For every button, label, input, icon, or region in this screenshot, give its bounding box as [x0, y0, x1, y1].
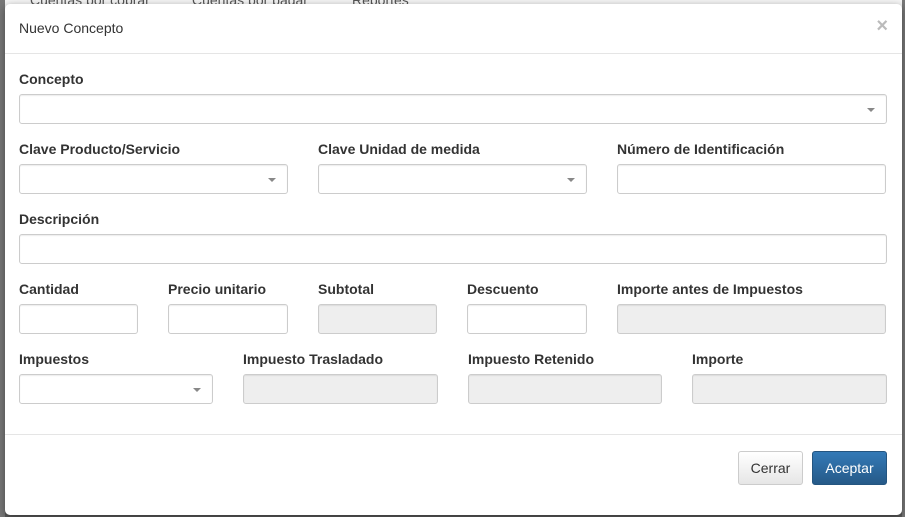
importe-input: [692, 374, 887, 404]
clave-unidad-label: Clave Unidad de medida: [318, 141, 480, 157]
importe-antes-impuestos-input: [617, 304, 886, 334]
subtotal-input: [318, 304, 437, 334]
concepto-select[interactable]: [19, 94, 887, 124]
clave-producto-select[interactable]: [19, 164, 288, 194]
chevron-down-icon: [867, 108, 875, 112]
importe-antes-impuestos-label: Importe antes de Impuestos: [617, 281, 803, 297]
impuesto-trasladado-input: [243, 374, 438, 404]
impuesto-trasladado-label: Impuesto Trasladado: [243, 351, 384, 367]
descuento-label: Descuento: [467, 281, 539, 297]
numero-identificacion-label: Número de Identificación: [617, 141, 785, 157]
clave-producto-label: Clave Producto/Servicio: [19, 141, 181, 157]
impuesto-retenido-label: Impuesto Retenido: [468, 351, 595, 367]
impuestos-label: Impuestos: [19, 351, 90, 367]
chevron-down-icon: [268, 178, 276, 182]
importe-label: Importe: [692, 351, 744, 367]
cantidad-input[interactable]: [19, 304, 138, 334]
cerrar-button[interactable]: Cerrar: [738, 451, 803, 485]
descripcion-label: Descripción: [19, 211, 100, 227]
chevron-down-icon: [193, 388, 201, 392]
descuento-input[interactable]: [467, 304, 587, 334]
clave-unidad-select[interactable]: [318, 164, 587, 194]
impuesto-retenido-input: [468, 374, 662, 404]
precio-unitario-label: Precio unitario: [168, 281, 267, 297]
aceptar-button[interactable]: Aceptar: [812, 451, 887, 485]
impuestos-select[interactable]: [19, 374, 213, 404]
cantidad-label: Cantidad: [19, 281, 79, 297]
precio-unitario-input[interactable]: [168, 304, 288, 334]
modal-title: Nuevo Concepto: [19, 20, 124, 36]
chevron-down-icon: [567, 178, 575, 182]
modal-footer: Cerrar Aceptar: [5, 434, 902, 515]
numero-identificacion-input[interactable]: [617, 164, 886, 194]
subtotal-label: Subtotal: [318, 281, 374, 297]
concepto-label: Concepto: [19, 71, 84, 87]
nuevo-concepto-modal: Nuevo Concepto × Concepto Clave Producto…: [5, 4, 902, 515]
close-icon[interactable]: ×: [876, 16, 888, 36]
descripcion-input[interactable]: [19, 234, 887, 264]
modal-header: Nuevo Concepto ×: [5, 4, 902, 54]
